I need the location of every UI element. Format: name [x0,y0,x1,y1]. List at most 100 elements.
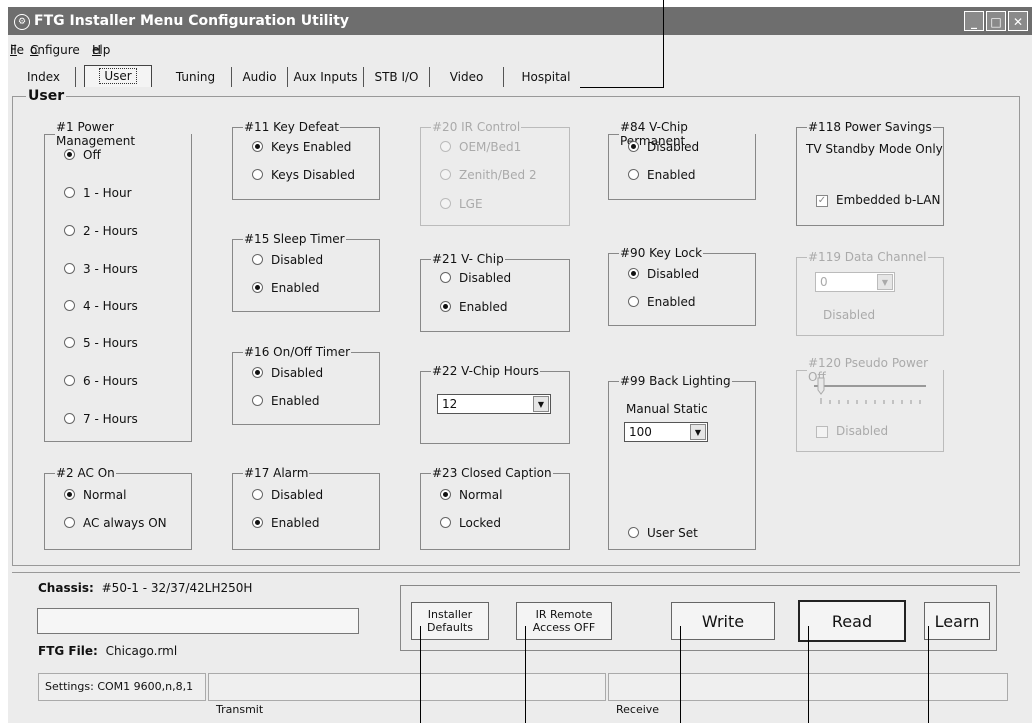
option-label: Embedded b-LAN [836,193,941,207]
radio-sleep-enabled[interactable]: Enabled [252,281,320,295]
tab-label: Audio [242,70,277,84]
data-channel-status: Disabled [823,308,876,322]
ftg-file-value: Chicago.rml [105,644,178,658]
radio-power-6h[interactable]: 6 - Hours [64,374,138,388]
close-button[interactable]: ✕ [1008,11,1028,31]
group-onoff-timer: #16 On/Off Timer [232,345,380,425]
radio-power-3h[interactable]: 3 - Hours [64,262,138,276]
installer-defaults-button[interactable]: Installer Defaults [411,602,489,640]
radio-selected-icon [252,141,263,152]
radio-power-1h[interactable]: 1 - Hour [64,186,132,200]
group-title: #16 On/Off Timer [244,345,351,359]
tab-audio[interactable]: Audio [232,67,288,87]
read-button[interactable]: Read [798,600,906,642]
radio-icon [64,263,75,274]
radio-onoff-disabled[interactable]: Disabled [252,366,323,380]
radio-vchip-enabled[interactable]: Enabled [440,300,508,314]
radio-icon [440,517,451,528]
radio-selected-icon [252,367,263,378]
radio-selected-icon [628,141,639,152]
select-value: 100 [629,425,652,439]
radio-cc-locked[interactable]: Locked [440,516,501,530]
tab-strip: Index User Tuning Audio Aux Inputs STB I… [12,65,1022,89]
maximize-button[interactable]: □ [986,11,1006,31]
radio-keys-disabled[interactable]: Keys Disabled [252,168,355,182]
chassis-info: Chassis: #50-1 - 32/37/42LH250H [38,581,252,595]
button-label: Installer Defaults [427,608,473,634]
checkbox-icon [816,425,828,438]
option-label: 2 - Hours [83,224,138,238]
radio-alarm-enabled[interactable]: Enabled [252,516,320,530]
radio-selected-icon [628,268,639,279]
radio-keylock-enabled[interactable]: Enabled [628,295,696,309]
radio-sleep-disabled[interactable]: Disabled [252,253,323,267]
ir-remote-access-button[interactable]: IR Remote Access OFF [516,602,612,640]
radio-power-7h[interactable]: 7 - Hours [64,412,138,426]
group-key-lock: #90 Key Lock [608,246,756,326]
group-key-defeat: #11 Key Defeat [232,120,380,200]
option-label: Zenith/Bed 2 [459,168,537,182]
radio-alarm-disabled[interactable]: Disabled [252,488,323,502]
checkmark-icon: ✓ [816,194,828,207]
radio-keys-enabled[interactable]: Keys Enabled [252,140,351,154]
callout-line [808,626,809,723]
group-title: #2 AC On [56,466,115,480]
back-lighting-select[interactable]: 100 ▼ [624,422,708,442]
option-label: 4 - Hours [83,299,138,313]
radio-ac-always-on[interactable]: AC always ON [64,516,167,530]
group-title: #21 V- Chip [432,252,504,266]
write-button[interactable]: Write [671,602,775,640]
menu-help[interactable]: Help [92,43,110,57]
radio-vchip-perm-enabled[interactable]: Enabled [628,168,696,182]
group-title: #99 Back Lighting [620,374,731,388]
option-label: 3 - Hours [83,262,138,276]
tab-aux-inputs[interactable]: Aux Inputs [288,67,364,87]
tab-stb-io[interactable]: STB I/O [364,67,430,87]
learn-button[interactable]: Learn [924,602,990,640]
radio-onoff-enabled[interactable]: Enabled [252,394,320,408]
minimize-button[interactable]: _ [964,11,984,31]
radio-icon [64,187,75,198]
tab-user[interactable]: User [84,65,152,87]
tab-video[interactable]: Video [430,67,504,87]
radio-user-set[interactable]: User Set [628,526,698,540]
option-label: Disabled [647,267,700,281]
group-closed-caption: #23 Closed Caption [420,466,570,550]
group-title: #15 Sleep Timer [244,232,345,246]
option-label: User Set [647,526,698,540]
radio-keylock-disabled[interactable]: Disabled [628,267,699,281]
pseudo-power-slider [814,377,926,404]
tab-label: Tuning [175,70,216,84]
chassis-textbox[interactable] [37,608,359,634]
radio-icon [64,300,75,311]
radio-ac-normal[interactable]: Normal [64,488,126,502]
vchip-hours-select[interactable]: 12 ▼ [437,394,551,414]
option-label: LGE [459,197,483,211]
tab-label: Aux Inputs [293,70,358,84]
group-power-savings: #118 Power Savings [796,120,944,226]
radio-vchip-perm-disabled[interactable]: Disabled [628,140,699,154]
tab-hospital[interactable]: Hospital [504,67,588,87]
tab-index[interactable]: Index [12,67,76,87]
radio-selected-icon [440,301,451,312]
radio-power-off[interactable]: Off [64,148,101,162]
radio-icon [252,489,263,500]
receive-label: Receive [616,703,660,716]
panel-title: User [26,88,67,104]
status-transmit-box [208,673,606,701]
group-ac-on: #2 AC On [44,466,192,550]
checkbox-embedded-blan[interactable]: ✓ Embedded b-LAN [816,193,940,207]
radio-power-4h[interactable]: 4 - Hours [64,299,138,313]
tab-tuning[interactable]: Tuning [160,67,232,87]
menu-configure[interactable]: Configure [30,43,80,57]
radio-cc-normal[interactable]: Normal [440,488,502,502]
button-label: Read [831,611,873,631]
option-label: Disabled [836,424,889,438]
button-label: Write [701,611,745,631]
menu-file[interactable]: File [10,43,24,57]
transmit-label: Transmit [216,703,264,716]
radio-power-5h[interactable]: 5 - Hours [64,336,138,350]
radio-power-2h[interactable]: 2 - Hours [64,224,138,238]
radio-icon [252,169,263,180]
radio-vchip-disabled[interactable]: Disabled [440,271,511,285]
